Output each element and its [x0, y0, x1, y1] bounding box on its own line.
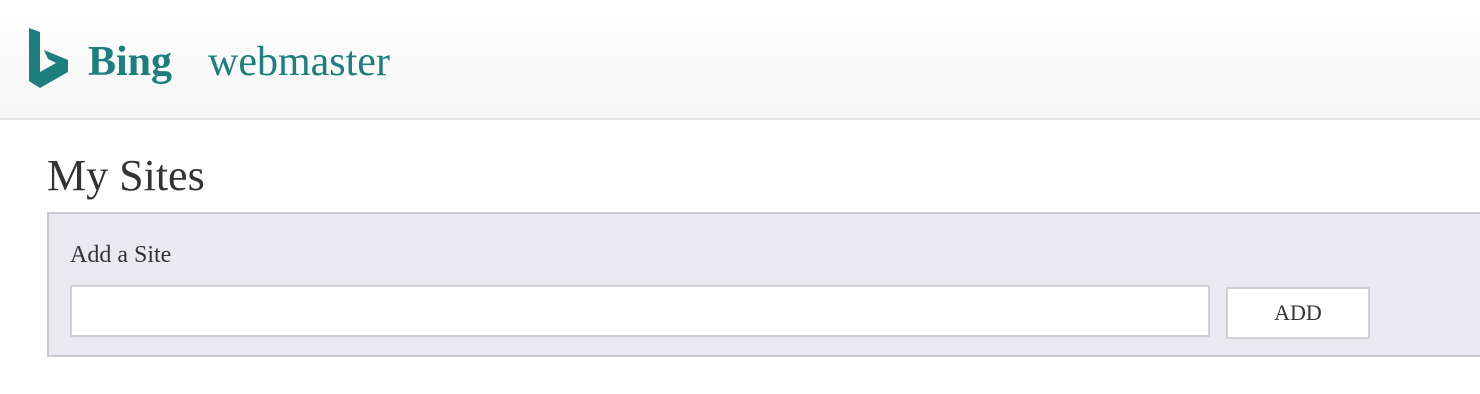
- site-url-input[interactable]: [70, 285, 1210, 337]
- header-bar: Bing webmaster: [0, 0, 1480, 120]
- add-site-panel: Add a Site ADD: [47, 212, 1480, 357]
- bing-logo-icon: [29, 28, 68, 88]
- page-title: My Sites: [47, 151, 205, 200]
- add-site-label: Add a Site: [70, 242, 172, 268]
- add-button[interactable]: ADD: [1226, 287, 1370, 339]
- product-name: webmaster: [208, 39, 390, 85]
- brand-name: Bing: [88, 39, 173, 85]
